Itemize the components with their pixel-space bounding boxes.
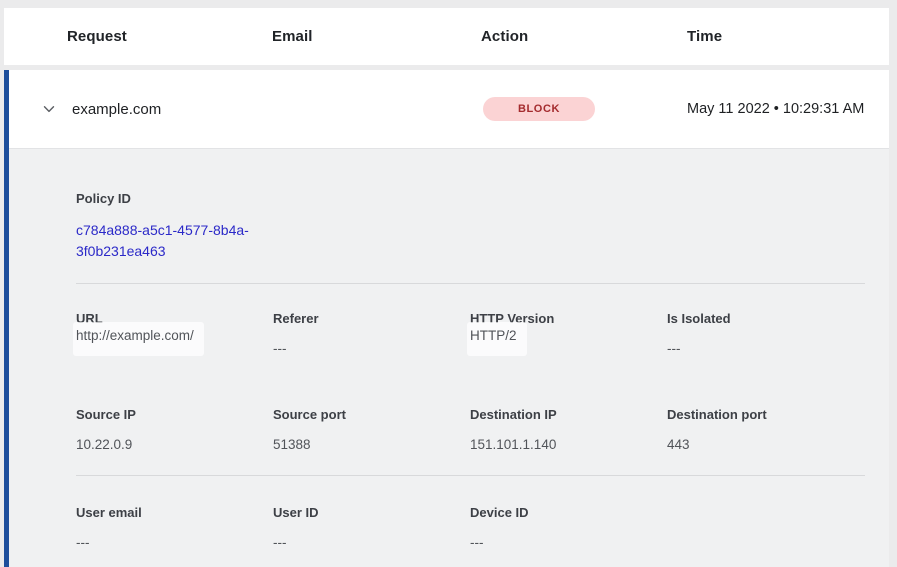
policy-id-label: Policy ID [76,191,865,207]
row-time-value: May 11 2022 • 10:29:31 AM [687,98,867,120]
field-value: --- [470,534,667,551]
field-label: User email [76,505,273,521]
column-header-request: Request [67,28,272,45]
field-label: Destination IP [470,407,667,423]
column-header-email: Email [272,28,481,45]
field-destination-port: Destination port 443 [667,407,864,453]
field-referer: Referer --- [273,311,470,357]
field-label: User ID [273,505,470,521]
log-table-card: Request Email Action Time example.com BL… [4,8,889,567]
field-value: --- [76,534,273,551]
field-device-id: Device ID --- [470,505,667,551]
expanded-log-entry: example.com BLOCK May 11 2022 • 10:29:31… [4,70,889,567]
field-value: --- [273,534,470,551]
field-label: Device ID [470,505,667,521]
action-badge: BLOCK [483,97,595,121]
field-label: Destination port [667,407,864,423]
field-http-version: HTTP Version HTTP/2 [470,311,667,357]
section-divider [76,283,865,284]
field-value: 10.22.0.9 [76,436,273,453]
field-label: Referer [273,311,470,327]
field-value: http://example.com/ [73,322,204,356]
user-detail-grid: User email --- User ID --- Device ID --- [76,505,865,551]
chevron-down-icon [41,101,57,117]
field-user-id: User ID --- [273,505,470,551]
field-value: --- [667,340,864,357]
field-value: 151.101.1.140 [470,436,667,453]
row-request-value: example.com [72,101,272,118]
section-divider [76,475,865,476]
field-value: --- [273,340,470,357]
table-header-row: Request Email Action Time [4,8,889,65]
field-user-email: User email --- [76,505,273,551]
policy-section: Policy ID c784a888-a5c1-4577-8b4a-3f0b23… [76,191,865,262]
column-header-time: Time [687,28,889,45]
field-label: Is Isolated [667,311,864,327]
field-source-port: Source port 51388 [273,407,470,453]
log-detail-panel: Policy ID c784a888-a5c1-4577-8b4a-3f0b23… [9,148,889,567]
field-destination-ip: Destination IP 151.101.1.140 [470,407,667,453]
policy-id-link[interactable]: c784a888-a5c1-4577-8b4a-3f0b231ea463 [76,220,276,262]
field-is-isolated: Is Isolated --- [667,311,864,357]
field-value: 51388 [273,436,470,453]
log-row[interactable]: example.com BLOCK May 11 2022 • 10:29:31… [9,70,889,148]
request-detail-grid: URL http://example.com/ Referer --- HTTP… [76,311,865,453]
collapse-row-button[interactable] [37,97,61,121]
field-source-ip: Source IP 10.22.0.9 [76,407,273,453]
field-label: Source port [273,407,470,423]
row-action-cell: BLOCK [481,97,687,121]
field-url: URL http://example.com/ [76,311,273,357]
field-label: Source IP [76,407,273,423]
log-viewer-page: Request Email Action Time example.com BL… [0,0,897,567]
field-value: HTTP/2 [467,322,527,356]
column-header-action: Action [481,28,687,45]
field-value: 443 [667,436,864,453]
